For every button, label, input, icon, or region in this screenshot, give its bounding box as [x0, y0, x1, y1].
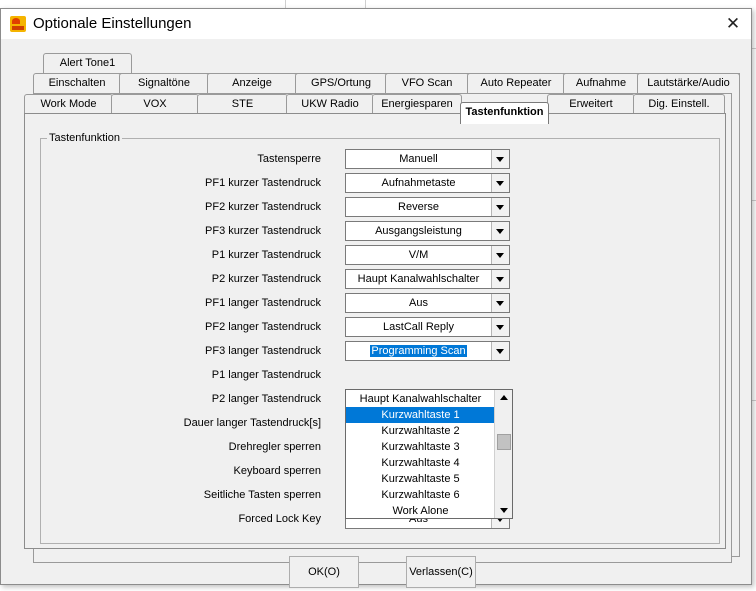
- combo-value: Haupt Kanalwahlschalter: [357, 273, 480, 285]
- field-label: P1 langer Tastendruck: [211, 369, 321, 381]
- tab-einschalten[interactable]: Einschalten: [33, 73, 121, 93]
- chevron-down-icon[interactable]: [491, 246, 509, 264]
- dropdown-option[interactable]: Kurzwahltaste 6: [346, 487, 495, 503]
- combo-value: V/M: [408, 249, 429, 261]
- tab-work-mode[interactable]: Work Mode: [24, 94, 113, 114]
- dropdown-option[interactable]: Kurzwahltaste 2: [346, 423, 495, 439]
- chevron-down-icon[interactable]: [491, 318, 509, 336]
- chevron-down-icon[interactable]: [491, 174, 509, 192]
- tab-ukw-radio[interactable]: UKW Radio: [286, 94, 374, 114]
- dropdown-option[interactable]: Kurzwahltaste 3: [346, 439, 495, 455]
- groupbox-tastenfunktion: Tastenfunktion Tastensperre Manuell PF1 ku…: [40, 132, 720, 544]
- background-line: [285, 0, 286, 8]
- field-label: PF3 kurzer Tastendruck: [205, 225, 321, 237]
- field-label: P1 kurzer Tastendruck: [211, 249, 321, 261]
- tab-energiesparen[interactable]: Energiesparen: [372, 94, 462, 114]
- combo-box[interactable]: Haupt Kanalwahlschalter: [345, 269, 510, 289]
- combo-value: Aufnahmetaste: [381, 177, 456, 189]
- field-label: Tastensperre: [257, 153, 321, 165]
- tab-auto-repeater[interactable]: Auto Repeater: [467, 73, 565, 93]
- chevron-down-icon[interactable]: [491, 222, 509, 240]
- field-label: PF3 langer Tastendruck: [205, 345, 321, 357]
- chevron-down-icon[interactable]: [491, 270, 509, 288]
- field-label: P2 langer Tastendruck: [211, 393, 321, 405]
- combo-box[interactable]: Manuell: [345, 149, 510, 169]
- title-bar: Optionale Einstellungen ✕: [1, 9, 751, 39]
- tab-ste[interactable]: STE: [197, 94, 288, 114]
- tab-dig-einstell[interactable]: Dig. Einstell.: [633, 94, 725, 114]
- combo-box[interactable]: LastCall Reply: [345, 317, 510, 337]
- field-label: Drehregler sperren: [228, 441, 321, 453]
- tab-aufnahme[interactable]: Aufnahme: [563, 73, 639, 93]
- field-label: Keyboard sperren: [233, 465, 321, 477]
- combo-box[interactable]: Programming Scan: [345, 341, 510, 361]
- window-title: Optionale Einstellungen: [33, 15, 192, 32]
- combo-box[interactable]: Aus: [345, 293, 510, 313]
- dropdown-option-selected[interactable]: Kurzwahltaste 1: [346, 407, 495, 423]
- background-line: [365, 0, 366, 8]
- ok-button[interactable]: OK(O): [289, 556, 359, 588]
- combo-value: Manuell: [399, 153, 438, 165]
- tab-vox[interactable]: VOX: [111, 94, 199, 114]
- group-title: Tastenfunktion: [47, 132, 122, 144]
- combo-value: Programming Scan: [346, 342, 491, 360]
- combo-box[interactable]: Aufnahmetaste: [345, 173, 510, 193]
- tab-alert-tone1[interactable]: Alert Tone1: [43, 53, 132, 73]
- dropdown-option[interactable]: Work Alone: [346, 503, 495, 519]
- options-dialog: Optionale Einstellungen ✕ Alert Tone1 Ei…: [0, 8, 752, 588]
- combo-value: Reverse: [398, 201, 439, 213]
- exit-button[interactable]: Verlassen(C): [406, 556, 476, 588]
- dropdown-scrollbar[interactable]: [494, 390, 512, 518]
- tab-tastenfunktion[interactable]: Tastenfunktion: [460, 102, 549, 124]
- tab-erweitert[interactable]: Erweitert: [547, 94, 635, 114]
- dropdown-option[interactable]: Kurzwahltaste 4: [346, 455, 495, 471]
- tab-panel-tastenfunktion: Tastenfunktion Tastensperre Manuell PF1 ku…: [24, 113, 726, 549]
- field-label: Seitliche Tasten sperren: [203, 489, 321, 501]
- scroll-up-icon[interactable]: [495, 390, 512, 406]
- scroll-down-icon[interactable]: [495, 502, 512, 518]
- combo-value-selected: Programming Scan: [369, 344, 468, 358]
- chevron-down-icon[interactable]: [491, 150, 509, 168]
- combo-value: LastCall Reply: [383, 321, 454, 333]
- app-icon: [10, 16, 26, 32]
- chevron-down-icon[interactable]: [491, 294, 509, 312]
- tab-anzeige[interactable]: Anzeige: [207, 73, 297, 93]
- field-label: P2 kurzer Tastendruck: [211, 273, 321, 285]
- scroll-thumb[interactable]: [497, 434, 511, 450]
- dropdown-option[interactable]: Kurzwahltaste 5: [346, 471, 495, 487]
- tab-signaltoene[interactable]: Signaltöne: [119, 73, 209, 93]
- tab-lautstaerke-audio[interactable]: Lautstärke/Audio: [637, 73, 740, 93]
- combo-box[interactable]: Reverse: [345, 197, 510, 217]
- combo-value: Ausgangsleistung: [375, 225, 462, 237]
- field-label: Dauer langer Tastendruck[s]: [183, 417, 321, 429]
- combo-box[interactable]: V/M: [345, 245, 510, 265]
- combo-value: Aus: [409, 297, 428, 309]
- field-label: PF1 kurzer Tastendruck: [205, 177, 321, 189]
- close-icon[interactable]: ✕: [721, 12, 745, 36]
- combo-box[interactable]: Ausgangsleistung: [345, 221, 510, 241]
- field-label: PF2 langer Tastendruck: [205, 321, 321, 333]
- tab-vfo-scan[interactable]: VFO Scan: [385, 73, 469, 93]
- field-label: PF1 langer Tastendruck: [205, 297, 321, 309]
- field-label: Forced Lock Key: [238, 513, 321, 525]
- field-label: PF2 kurzer Tastendruck: [205, 201, 321, 213]
- chevron-down-icon[interactable]: [491, 198, 509, 216]
- chevron-down-icon[interactable]: [491, 342, 509, 360]
- dropdown-option[interactable]: Haupt Kanalwahlschalter: [346, 391, 495, 407]
- dropdown-list[interactable]: Haupt Kanalwahlschalter Kurzwahltaste 1 …: [345, 389, 513, 519]
- tab-gps-ortung[interactable]: GPS/Ortung: [295, 73, 387, 93]
